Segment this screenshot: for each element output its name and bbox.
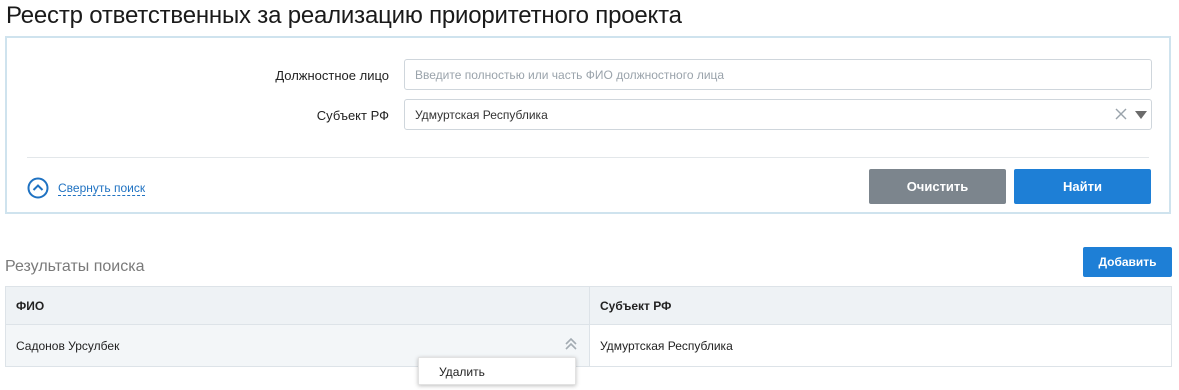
find-button[interactable]: Найти — [1014, 169, 1151, 204]
caret-down-icon[interactable] — [1135, 111, 1147, 119]
subject-select-value: Удмуртская Республика — [415, 108, 548, 122]
row-context-menu: Удалить — [418, 357, 576, 385]
chevron-up-circle-icon — [27, 177, 49, 199]
table-header-row: ФИО Субъект РФ — [5, 286, 1172, 325]
fio-value: Садонов Урсулбек — [16, 338, 120, 353]
subject-field-label: Субъект РФ — [316, 108, 389, 123]
table-row[interactable]: Садонов Урсулбек Удмуртская Республика — [5, 324, 1172, 367]
collapse-search-label: Свернуть поиск — [58, 180, 146, 196]
collapse-search-button[interactable]: Свернуть поиск — [27, 176, 146, 200]
results-table: ФИО Субъект РФ Садонов Урсулбек Удмуртск… — [5, 286, 1172, 367]
table-cell-subject: Удмуртская Республика — [589, 324, 1172, 367]
close-icon[interactable] — [1113, 106, 1129, 122]
official-field-label: Должностное лицо — [275, 68, 389, 83]
column-header-subject[interactable]: Субъект РФ — [589, 286, 1172, 325]
search-panel: Должностное лицо Субъект РФ Удмуртская Р… — [5, 36, 1171, 214]
double-chevron-up-icon[interactable] — [563, 336, 579, 352]
add-button[interactable]: Добавить — [1083, 247, 1172, 277]
subject-select[interactable]: Удмуртская Республика — [404, 99, 1152, 130]
clear-button[interactable]: Очистить — [869, 169, 1006, 204]
page-title: Реестр ответственных за реализацию приор… — [6, 2, 682, 29]
column-header-fio[interactable]: ФИО — [5, 286, 590, 325]
delete-menu-item[interactable]: Удалить — [439, 365, 485, 379]
official-search-input[interactable] — [404, 59, 1152, 90]
results-title: Результаты поиска — [5, 258, 145, 275]
divider — [27, 157, 1149, 158]
